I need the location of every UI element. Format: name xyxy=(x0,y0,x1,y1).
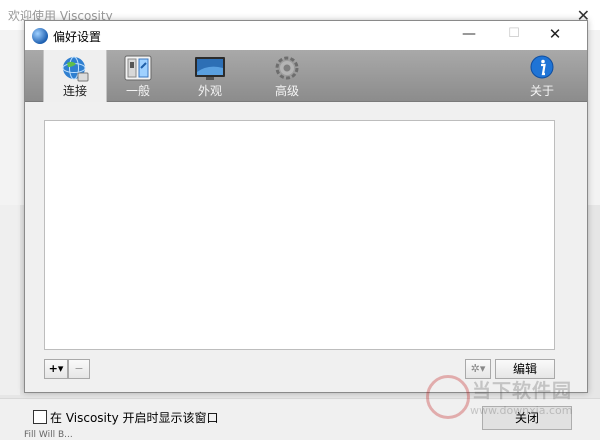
welcome-left-strip xyxy=(0,205,20,395)
gear-icon xyxy=(275,56,299,80)
connections-list[interactable] xyxy=(44,120,555,350)
watermark-text: 当下软件园 xyxy=(472,380,573,402)
tab-connections-label: 连接 xyxy=(62,84,87,98)
tab-appearance-label: 外观 xyxy=(197,84,222,98)
dialog-titlebar: 偏好设置 — ☐ ✕ xyxy=(25,21,587,50)
globe-connection-icon xyxy=(62,56,89,82)
switch-panel-icon xyxy=(124,55,152,81)
info-icon xyxy=(530,55,554,79)
preferences-dialog: 偏好设置 — ☐ ✕ 连接 一般 外观 高级 关于 +▾ − ✲▾ 编辑 xyxy=(24,20,588,393)
tab-about[interactable]: 关于 xyxy=(511,50,573,101)
add-connection-button[interactable]: +▾ xyxy=(44,359,68,379)
welcome-cut-text: Fill Will B... xyxy=(24,430,73,440)
tab-connections[interactable]: 连接 xyxy=(43,50,107,102)
preferences-toolbar: 连接 一般 外观 高级 关于 xyxy=(25,50,587,102)
close-button[interactable]: ✕ xyxy=(545,24,565,44)
tab-advanced[interactable]: 高级 xyxy=(256,50,318,101)
watermark: 当下软件园 www.downxia.com xyxy=(420,370,590,430)
minimize-button[interactable]: — xyxy=(459,24,479,44)
remove-connection-button[interactable]: − xyxy=(68,359,90,379)
maximize-button[interactable]: ☐ xyxy=(504,24,524,44)
tab-general-label: 一般 xyxy=(125,84,150,98)
tab-about-label: 关于 xyxy=(529,84,554,98)
show-on-launch-label: 在 Viscosity 开启时显示该窗口 xyxy=(50,411,219,425)
tab-general[interactable]: 一般 xyxy=(107,50,169,101)
watermark-url: www.downxia.com xyxy=(470,404,573,417)
monitor-icon xyxy=(195,57,225,80)
watermark-logo xyxy=(426,375,470,419)
tab-advanced-label: 高级 xyxy=(274,84,299,98)
tab-appearance[interactable]: 外观 xyxy=(179,50,241,101)
dialog-title: 偏好设置 xyxy=(53,30,102,44)
viscosity-app-icon xyxy=(32,28,48,44)
show-on-launch-checkbox[interactable] xyxy=(33,410,47,424)
